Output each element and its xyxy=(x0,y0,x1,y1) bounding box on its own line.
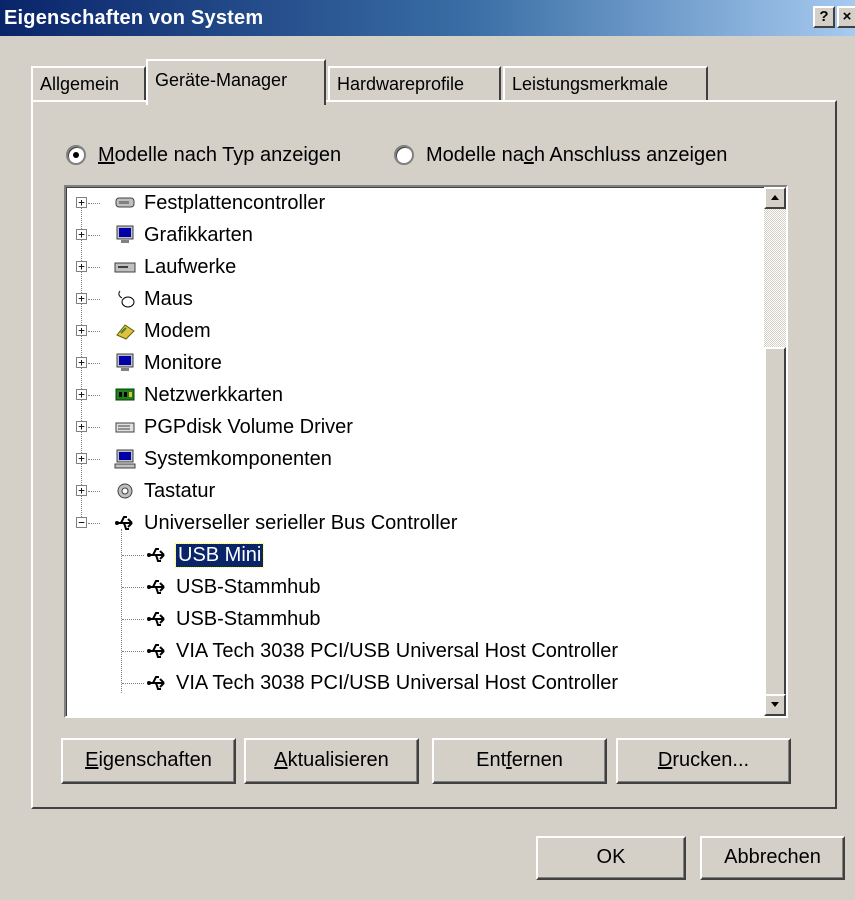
properties-button[interactable]: Eigenschaften xyxy=(61,738,236,784)
ok-button[interactable]: OK xyxy=(536,836,686,880)
network-card-icon xyxy=(114,385,136,405)
tree-item-festplattencontroller[interactable]: + Festplattencontroller xyxy=(76,187,325,219)
expand-icon[interactable]: + xyxy=(76,197,87,208)
modem-icon xyxy=(114,321,136,341)
tree-item-label: Modem xyxy=(144,319,211,342)
tree-item-label: USB-Stammhub xyxy=(176,575,321,598)
remove-button[interactable]: Entfernen xyxy=(432,738,607,784)
close-icon: × xyxy=(842,8,852,25)
tree-item-maus[interactable]: + Maus xyxy=(76,283,193,315)
scroll-down-button[interactable] xyxy=(764,694,786,716)
drive-icon xyxy=(114,257,136,277)
tree-item-laufwerke[interactable]: + Laufwerke xyxy=(76,251,236,283)
monitor-icon xyxy=(114,353,136,373)
tree-item-grafikkarten[interactable]: + Grafikkarten xyxy=(76,219,253,251)
window-title: Eigenschaften von System xyxy=(4,6,264,29)
keyboard-icon xyxy=(114,481,136,501)
disk-controller-icon xyxy=(114,193,136,213)
collapse-icon[interactable]: − xyxy=(76,517,87,528)
cancel-button[interactable]: Abbrechen xyxy=(700,836,845,880)
tree-item-tastatur[interactable]: + Tastatur xyxy=(76,475,215,507)
tree-item-pgpdisk[interactable]: + PGPdisk Volume Driver xyxy=(76,411,353,443)
scroll-up-button[interactable] xyxy=(764,187,786,209)
radio-by-type[interactable]: Modelle nach Typ anzeigen xyxy=(66,140,341,170)
tree-item-usb-controller[interactable]: − Universeller serieller Bus Controller xyxy=(76,507,457,539)
usb-icon xyxy=(146,641,168,661)
title-bar[interactable]: Eigenschaften von System ? × xyxy=(0,0,855,36)
system-components-icon xyxy=(114,449,136,469)
usb-icon xyxy=(146,609,168,629)
tree-item-modem[interactable]: + Modem xyxy=(76,315,211,347)
scroll-thumb[interactable] xyxy=(764,347,786,696)
tree-item-usb-stammhub-1[interactable]: USB-Stammhub xyxy=(116,571,321,603)
device-tree[interactable]: + Festplattencontroller + Grafikkarten + xyxy=(64,185,788,718)
tree-item-systemkomponenten[interactable]: + Systemkomponenten xyxy=(76,443,332,475)
tree-item-label: Festplattencontroller xyxy=(144,191,326,214)
tree-item-usb-stammhub-2[interactable]: USB-Stammhub xyxy=(116,603,321,635)
arrow-up-icon xyxy=(771,195,779,200)
tree-item-label: Laufwerke xyxy=(144,255,237,278)
expand-icon[interactable]: + xyxy=(76,229,87,240)
tree-item-monitore[interactable]: + Monitore xyxy=(76,347,222,379)
tree-item-via-host-controller-1[interactable]: VIA Tech 3038 PCI/USB Universal Host Con… xyxy=(116,635,618,667)
tree-item-label: Grafikkarten xyxy=(144,223,253,246)
tree-item-label: VIA Tech 3038 PCI/USB Universal Host Con… xyxy=(176,639,619,662)
radio-by-connection-label: Modelle nach Anschluss anzeigen xyxy=(426,143,728,166)
expand-icon[interactable]: + xyxy=(76,325,87,336)
tree-item-label: USB Mini xyxy=(174,542,265,568)
usb-icon xyxy=(146,673,168,693)
expand-icon[interactable]: + xyxy=(76,293,87,304)
system-properties-window: Eigenschaften von System ? × Allgemein G… xyxy=(0,0,855,900)
radio-by-connection[interactable]: Modelle nach Anschluss anzeigen xyxy=(394,140,727,170)
help-button[interactable]: ? xyxy=(813,6,835,28)
volume-driver-icon xyxy=(114,417,136,437)
expand-icon[interactable]: + xyxy=(76,357,87,368)
usb-icon xyxy=(146,545,168,565)
update-button[interactable]: Aktualisieren xyxy=(244,738,419,784)
tab-leistungsmerkmale[interactable]: Leistungsmerkmale xyxy=(503,66,708,102)
tab-geraete-manager[interactable]: Geräte-Manager xyxy=(146,59,326,105)
tree-item-label: Monitore xyxy=(144,351,222,374)
tree-item-label: USB-Stammhub xyxy=(176,607,321,630)
tab-allgemein[interactable]: Allgemein xyxy=(31,66,146,102)
tree-item-label: Netzwerkkarten xyxy=(144,383,283,406)
arrow-down-icon xyxy=(771,702,779,707)
mouse-icon xyxy=(114,289,136,309)
tree-item-via-host-controller-2[interactable]: VIA Tech 3038 PCI/USB Universal Host Con… xyxy=(116,667,618,699)
tree-item-label: PGPdisk Volume Driver xyxy=(144,415,353,438)
radio-by-type-button[interactable] xyxy=(66,145,86,165)
tree-item-label: Maus xyxy=(144,287,193,310)
tree-scrollbar[interactable] xyxy=(764,187,786,716)
close-button[interactable]: × xyxy=(837,6,855,28)
help-icon: ? xyxy=(819,8,829,25)
expand-icon[interactable]: + xyxy=(76,485,87,496)
tree-item-netzwerkkarten[interactable]: + Netzwerkkarten xyxy=(76,379,283,411)
radio-by-type-label: Modelle nach Typ anzeigen xyxy=(98,143,342,166)
expand-icon[interactable]: + xyxy=(76,261,87,272)
tree-item-label: VIA Tech 3038 PCI/USB Universal Host Con… xyxy=(176,671,619,694)
radio-by-connection-button[interactable] xyxy=(394,145,414,165)
expand-icon[interactable]: + xyxy=(76,421,87,432)
tree-item-label: Tastatur xyxy=(144,479,216,502)
tree-item-label: Systemkomponenten xyxy=(144,447,332,470)
print-button[interactable]: Drucken... xyxy=(616,738,791,784)
tab-hardwareprofile[interactable]: Hardwareprofile xyxy=(328,66,501,102)
expand-icon[interactable]: + xyxy=(76,389,87,400)
display-adapter-icon xyxy=(114,225,136,245)
usb-icon xyxy=(146,577,168,597)
tree-item-label: Universeller serieller Bus Controller xyxy=(144,511,458,534)
usb-icon xyxy=(114,513,136,533)
tree-item-usb-mini[interactable]: USB Mini xyxy=(116,539,265,571)
expand-icon[interactable]: + xyxy=(76,453,87,464)
